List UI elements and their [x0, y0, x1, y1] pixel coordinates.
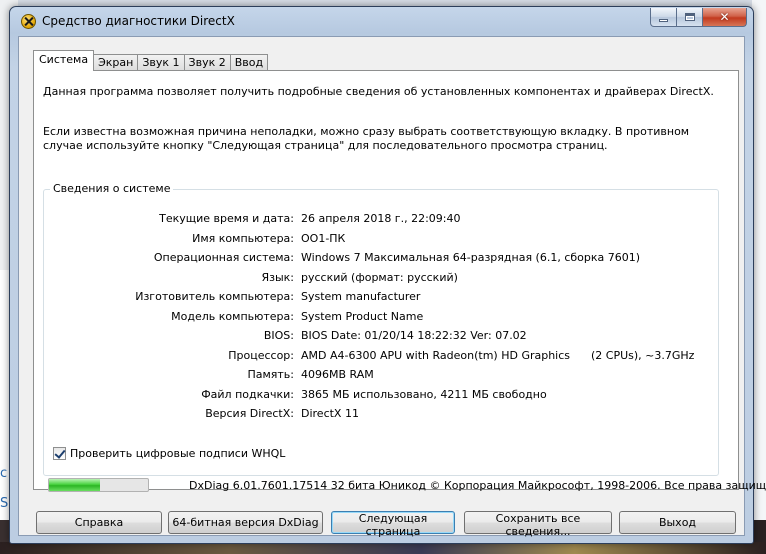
background-fragment: S — [0, 496, 9, 511]
minimize-button[interactable] — [650, 8, 677, 27]
tab-sound-2[interactable]: Звук 2 — [183, 54, 231, 71]
progress-bar — [48, 478, 149, 492]
info-row-computer-name: Имя компьютера: OO1-ПК — [44, 232, 704, 246]
info-value: BIOS Date: 01/20/14 18:22:32 Ver: 07.02 — [301, 329, 527, 342]
dxdiag-64bit-button[interactable]: 64-битная версия DxDiag — [168, 511, 323, 534]
help-button[interactable]: Справка — [36, 511, 162, 534]
tab-system[interactable]: Система — [33, 50, 95, 71]
tab-strip: Система Экран Звук 1 Звук 2 Ввод — [33, 50, 269, 71]
info-label: Изготовитель компьютера: — [135, 290, 294, 303]
system-tab-panel: Данная программа позволяет получить подр… — [33, 70, 739, 490]
intro-hint-text: Если известна возможная причина неполадк… — [43, 125, 690, 152]
tab-display[interactable]: Экран — [93, 54, 139, 71]
info-label: Имя компьютера: — [192, 231, 294, 245]
info-value: Windows 7 Максимальная 64-разрядная (6.1… — [301, 251, 641, 264]
info-value: DirectX 11 — [301, 407, 359, 420]
info-label: Версия DirectX: — [205, 407, 294, 420]
maximize-icon — [684, 13, 695, 21]
version-copyright-text: DxDiag 6.01.7601.17514 32 бита Юникод © … — [189, 479, 766, 492]
info-value: System Product Name — [301, 309, 424, 323]
progress-fill — [49, 479, 101, 491]
info-row-os: Операционная система: Windows 7 Максимал… — [44, 251, 704, 265]
info-row-model: Модель компьютера: System Product Name — [44, 310, 704, 324]
info-label: Модель компьютера: — [171, 309, 294, 323]
info-row-memory: Память: 4096MB RAM — [44, 368, 704, 382]
info-row-processor: Процессор: AMD A4-6300 APU with Radeon(t… — [44, 349, 704, 363]
next-page-button[interactable]: Следующая страница — [331, 511, 455, 538]
background-fragment: c — [0, 466, 8, 481]
title-bar[interactable]: Средство диагностики DirectX ✕ — [10, 7, 753, 35]
directx-app-icon — [21, 14, 36, 29]
info-value: OO1-ПК — [301, 231, 346, 245]
client-area: Система Экран Звук 1 Звук 2 Ввод Данная … — [18, 36, 766, 538]
intro-text: Данная программа позволяет получить подр… — [43, 85, 714, 98]
caption-buttons: ✕ — [650, 8, 747, 27]
info-value: 3865 МБ использовано, 4211 МБ свободно — [301, 387, 547, 401]
info-label: Память: — [247, 368, 294, 381]
info-label: BIOS: — [263, 329, 294, 342]
close-icon: ✕ — [719, 10, 730, 24]
maximize-button[interactable] — [677, 8, 703, 27]
whql-checkbox-label: Проверить цифровые подписи WHQL — [70, 447, 286, 460]
tab-sound-1[interactable]: Звук 1 — [137, 54, 185, 71]
info-label: Файл подкачки: — [201, 387, 294, 401]
info-label: Язык: — [261, 270, 294, 284]
group-title: Сведения о системе — [50, 182, 174, 195]
tab-input[interactable]: Ввод — [229, 54, 269, 71]
info-value: AMD A4-6300 APU with Radeon(tm) HD Graph… — [301, 348, 695, 362]
info-label: Процессор: — [228, 348, 294, 362]
window-title: Средство диагностики DirectX — [42, 14, 235, 28]
info-row-bios: BIOS: BIOS Date: 01/20/14 18:22:32 Ver: … — [44, 329, 704, 343]
whql-check-option[interactable]: Проверить цифровые подписи WHQL — [53, 447, 285, 460]
save-all-info-button[interactable]: Сохранить все сведения... — [464, 511, 612, 538]
info-value: русский (формат: русский) — [301, 270, 458, 284]
whql-checkbox[interactable] — [53, 447, 66, 460]
background-right-strip — [752, 0, 766, 554]
minimize-icon — [659, 18, 668, 22]
info-label: Операционная система: — [153, 251, 294, 264]
info-value: 4096MB RAM — [301, 368, 374, 381]
info-row-language: Язык: русский (формат: русский) — [44, 271, 704, 285]
info-label: Текущие время и дата: — [159, 212, 294, 225]
info-row-directx-version: Версия DirectX: DirectX 11 — [44, 407, 704, 421]
dxdiag-window: Средство диагностики DirectX ✕ Система Э… — [9, 6, 766, 544]
info-row-manufacturer: Изготовитель компьютера: System manufact… — [44, 290, 704, 304]
exit-button[interactable]: Выход — [619, 511, 736, 534]
close-button[interactable]: ✕ — [703, 8, 747, 27]
info-value: System manufacturer — [301, 290, 421, 303]
info-value: 26 апреля 2018 г., 22:09:40 — [301, 212, 461, 225]
system-info-group: Сведения о системе Текущие время и дата:… — [43, 182, 719, 476]
info-row-datetime: Текущие время и дата: 26 апреля 2018 г.,… — [44, 212, 704, 226]
info-row-pagefile: Файл подкачки: 3865 МБ использовано, 421… — [44, 388, 704, 402]
